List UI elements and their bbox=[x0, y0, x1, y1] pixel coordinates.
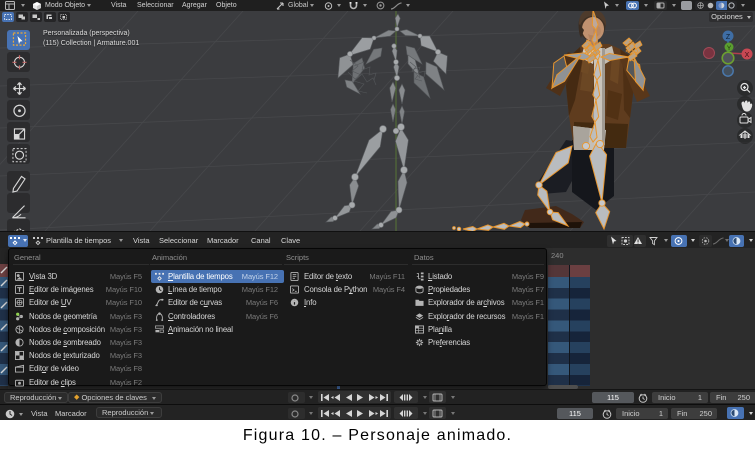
svg-text:Z: Z bbox=[726, 34, 731, 41]
svg-text:X: X bbox=[745, 52, 750, 59]
svg-text:Y: Y bbox=[727, 45, 732, 52]
